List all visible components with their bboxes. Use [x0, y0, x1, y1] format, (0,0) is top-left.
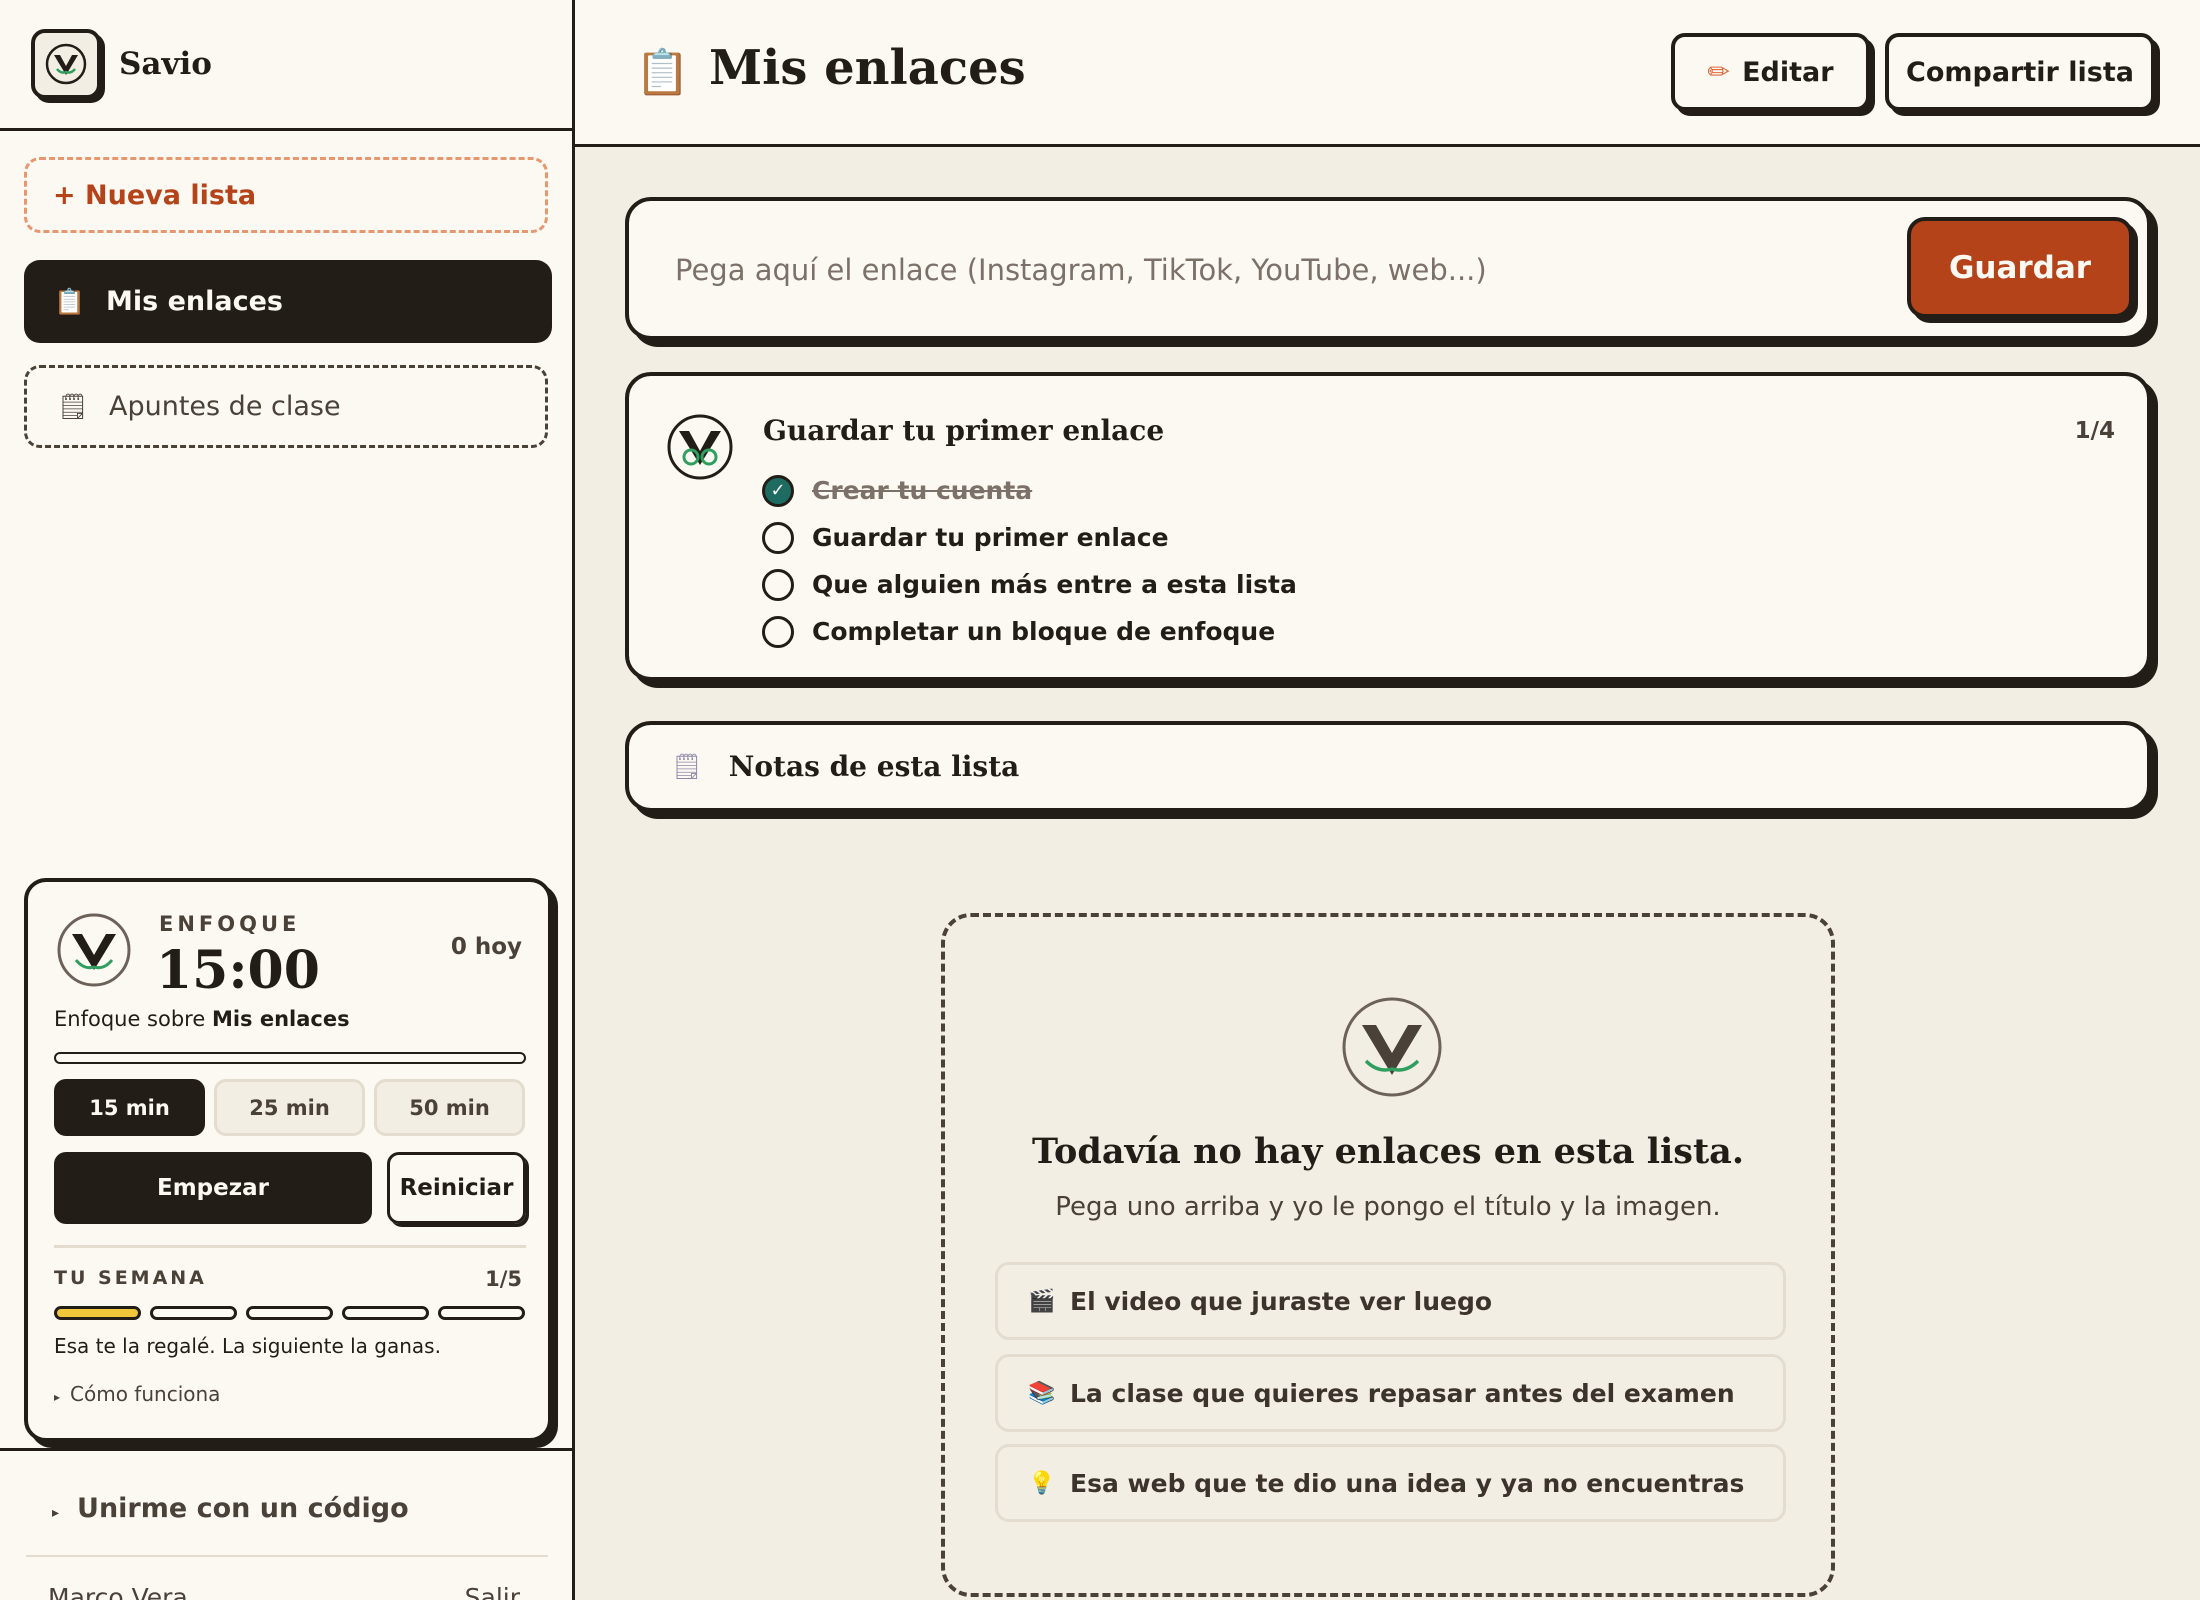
- checklist-item[interactable]: ✓ Crear tu cuenta: [762, 467, 1297, 514]
- divider: [0, 1448, 573, 1451]
- url-input[interactable]: [675, 245, 1875, 295]
- focus-time: 15:00: [156, 940, 320, 1001]
- page-title: Mis enlaces: [709, 40, 1026, 96]
- checklist-title: Guardar tu primer enlace: [763, 414, 1165, 447]
- checklist-item-label: Completar un bloque de enfoque: [812, 617, 1276, 646]
- how-it-works-label: Cómo funciona: [70, 1382, 221, 1406]
- empty-subtitle: Pega uno arriba y yo le pongo el título …: [1055, 1192, 1721, 1222]
- triangle-right-icon: ▸: [54, 1390, 61, 1404]
- duration-15[interactable]: 15 min: [54, 1079, 205, 1136]
- share-list-button[interactable]: Compartir lista: [1885, 33, 2155, 111]
- suggestion-label: La clase que quieres repasar antes del e…: [1070, 1378, 1735, 1408]
- suggestion-label: Esa web que te dio una idea y ya no encu…: [1070, 1468, 1745, 1498]
- user-name: Marco Vera: [48, 1583, 188, 1600]
- suggestion-item: 💡 Esa web que te dio una idea y ya no en…: [995, 1444, 1786, 1522]
- divider: [26, 1555, 548, 1557]
- app-logo[interactable]: [31, 29, 101, 99]
- url-input-card: Guardar: [625, 197, 2151, 340]
- check-icon: [762, 615, 794, 648]
- save-button[interactable]: Guardar: [1907, 217, 2133, 318]
- checklist-items: ✓ Crear tu cuenta Guardar tu primer enlac…: [762, 467, 1297, 655]
- focus-desc-prefix: Enfoque sobre: [54, 1007, 212, 1031]
- notes-label: Notas de esta lista: [728, 750, 1020, 783]
- start-button[interactable]: Empezar: [54, 1152, 372, 1224]
- duration-25[interactable]: 25 min: [214, 1079, 365, 1136]
- check-icon: ✓: [762, 474, 794, 507]
- join-with-code-toggle[interactable]: ▸ Unirme con un código: [52, 1493, 409, 1524]
- sidebar-item-label: Apuntes de clase: [109, 391, 341, 422]
- week-count: 1/5: [485, 1267, 522, 1291]
- week-day-bar: [438, 1306, 525, 1320]
- week-message: Esa te la regalé. La siguiente la ganas.: [54, 1334, 441, 1358]
- check-icon: [762, 521, 794, 554]
- how-it-works-toggle[interactable]: ▸ Cómo funciona: [54, 1382, 220, 1406]
- books-icon: 📚: [1028, 1380, 1056, 1406]
- duration-50[interactable]: 50 min: [374, 1079, 525, 1136]
- checklist-item[interactable]: Completar un bloque de enfoque: [762, 608, 1297, 655]
- clipboard-icon: 📋: [635, 47, 690, 98]
- notepad-icon: 🗒: [671, 751, 703, 781]
- suggestion-item: 🎬 El video que juraste ver luego: [995, 1262, 1786, 1340]
- new-list-button[interactable]: + Nueva lista: [24, 157, 548, 233]
- focus-label: ENFOQUE: [159, 912, 301, 936]
- week-day-bar: [54, 1306, 141, 1320]
- focus-progress-bar: [54, 1052, 526, 1064]
- week-progress: [54, 1306, 525, 1320]
- pencil-icon: ✏: [1707, 56, 1731, 88]
- sidebar-item-apuntes-de-clase[interactable]: 🗒 Apuntes de clase: [24, 365, 548, 448]
- suggestion-item: 📚 La clase que quieres repasar antes del…: [995, 1354, 1786, 1432]
- sidebar: Savio + Nueva lista 📋 Mis enlaces 🗒 Apun…: [0, 0, 575, 1600]
- brand: Savio: [0, 0, 572, 131]
- join-label: Unirme con un código: [77, 1493, 409, 1524]
- empty-state: Todavía no hay enlaces en esta lista. Pe…: [941, 913, 1835, 1597]
- logo-icon: [57, 913, 131, 987]
- divider: [54, 1245, 526, 1248]
- checklist-item-label: Que alguien más entre a esta lista: [812, 570, 1297, 599]
- logo-icon: [1342, 997, 1442, 1097]
- notepad-icon: 🗒: [57, 391, 89, 421]
- week-day-bar: [246, 1306, 333, 1320]
- sidebar-item-label: Mis enlaces: [106, 286, 283, 317]
- clapperboard-icon: 🎬: [1028, 1288, 1056, 1314]
- sidebar-item-mis-enlaces[interactable]: 📋 Mis enlaces: [24, 260, 552, 343]
- logo-icon: [45, 43, 87, 85]
- clipboard-icon: 📋: [54, 286, 86, 316]
- focus-desc-list: Mis enlaces: [211, 1007, 350, 1031]
- focus-timer-card: ENFOQUE 15:00 0 hoy Enfoque sobre Mis en…: [24, 878, 552, 1442]
- week-day-bar: [342, 1306, 429, 1320]
- lightbulb-icon: 💡: [1028, 1470, 1056, 1496]
- reset-button[interactable]: Reiniciar: [387, 1152, 526, 1224]
- suggestion-label: El video que juraste ver luego: [1070, 1286, 1493, 1316]
- checklist-count: 1/4: [2074, 418, 2115, 444]
- edit-label: Editar: [1742, 56, 1834, 88]
- header: 📋 Mis enlaces ✏ Editar Compartir lista: [575, 0, 2200, 147]
- check-icon: [762, 568, 794, 601]
- edit-button[interactable]: ✏ Editar: [1671, 33, 1870, 111]
- onboarding-checklist: Guardar tu primer enlace 1/4 ✓ Crear tu c…: [625, 372, 2151, 681]
- triangle-right-icon: ▸: [52, 1505, 60, 1521]
- checklist-item-label: Guardar tu primer enlace: [812, 523, 1169, 552]
- checklist-item-label: Crear tu cuenta: [812, 476, 1033, 505]
- list-notes-toggle[interactable]: 🗒 Notas de esta lista: [625, 721, 2151, 812]
- week-label: TU SEMANA: [54, 1267, 207, 1289]
- duration-selector: 15 min 25 min 50 min: [54, 1079, 525, 1136]
- checklist-item[interactable]: Que alguien más entre a esta lista: [762, 561, 1297, 608]
- logo-icon: [667, 414, 733, 480]
- logout-link[interactable]: Salir: [465, 1583, 520, 1600]
- brand-name: Savio: [119, 46, 212, 82]
- week-day-bar: [150, 1306, 237, 1320]
- empty-title: Todavía no hay enlaces en esta lista.: [1031, 1131, 1745, 1172]
- focus-today-count: 0 hoy: [450, 934, 522, 960]
- checklist-item[interactable]: Guardar tu primer enlace: [762, 514, 1297, 561]
- focus-description: Enfoque sobre Mis enlaces: [54, 1007, 350, 1031]
